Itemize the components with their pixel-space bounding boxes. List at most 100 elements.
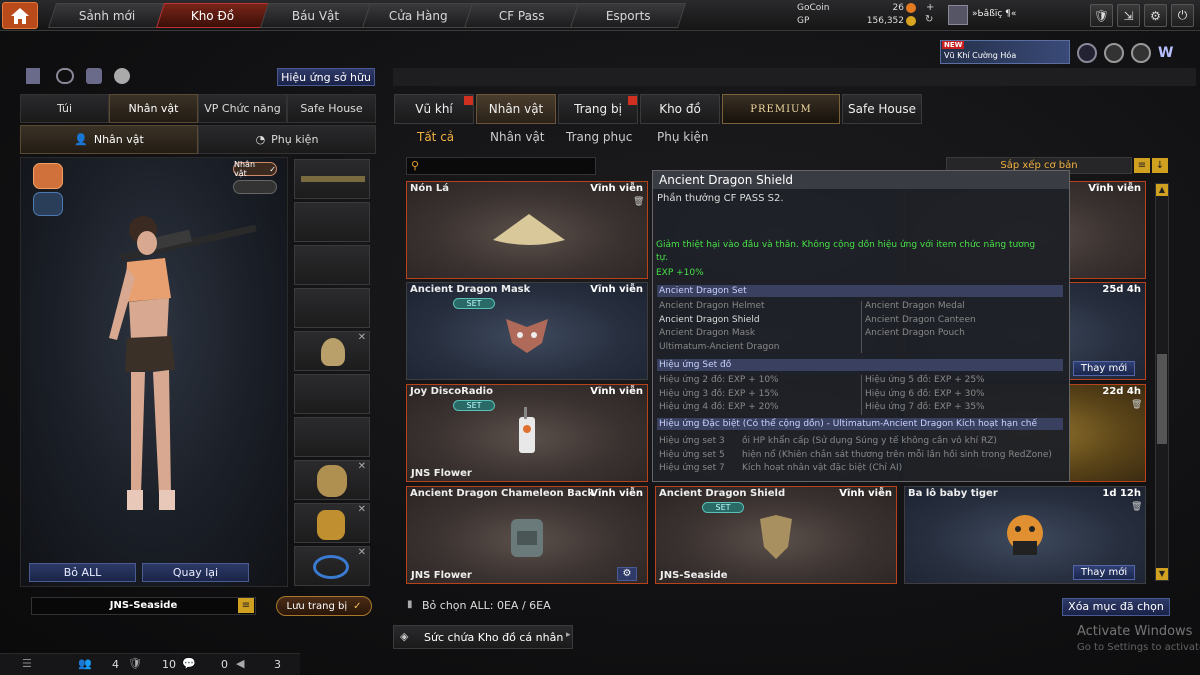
equip-slot-head[interactable] <box>294 202 370 242</box>
capacity-button[interactable]: ◈ Sức chứa Kho đồ cá nhân ▸ <box>393 625 573 649</box>
sort-menu-icon[interactable]: ≡ <box>1134 158 1150 173</box>
unequip-icon[interactable]: ✕ <box>358 547 366 558</box>
friends-icon[interactable]: 👥 <box>78 657 92 670</box>
tooltip-effects-header: Hiệu ứng Set đồ <box>657 359 1063 371</box>
nav-tab-treasure[interactable]: Báu Vật <box>259 3 373 28</box>
left-tab-bag[interactable]: Túi <box>20 94 109 123</box>
remove-all-button[interactable]: Bỏ ALL <box>29 563 136 582</box>
set-badge: SET <box>453 298 495 309</box>
trash-icon[interactable]: 🗑 <box>1131 502 1142 512</box>
event-star-icon[interactable] <box>1131 43 1151 63</box>
character-slot-1-icon[interactable] <box>33 163 63 189</box>
trash-icon[interactable]: 🗑 <box>1131 400 1142 410</box>
unequip-icon[interactable]: ✕ <box>358 332 366 343</box>
settings-gear-icon[interactable]: ⚙ <box>1144 4 1167 27</box>
equip-slot-glasses[interactable] <box>294 245 370 285</box>
equip-slot-mask[interactable]: ✕ <box>294 331 370 371</box>
right-tab-character[interactable]: Nhân vật <box>476 94 556 124</box>
gift-icon <box>628 96 637 105</box>
item-card-6[interactable]: Joy DiscoRadio Vĩnh viễn SET JNS Flower <box>406 384 648 482</box>
back-button[interactable]: Quay lại <box>142 563 249 582</box>
tooltip-special-header: Hiệu ứng Đặc biệt (Có thể cộng dồn) - Ul… <box>657 418 1063 430</box>
nav-tab-lobby[interactable]: Sảnh mới <box>47 3 167 28</box>
view-icon[interactable] <box>56 68 74 84</box>
renew-button[interactable]: Thay mới <box>1073 565 1135 580</box>
right-tab-weapons[interactable]: Vũ khí <box>394 94 474 124</box>
add-gocoin-icon[interactable]: + <box>926 2 934 13</box>
right-tab-equipment[interactable]: Trang bị <box>558 94 638 124</box>
mail-icon[interactable]: ◀ <box>236 657 244 670</box>
nav-tab-cfpass[interactable]: CF Pass <box>463 3 581 28</box>
special-key: Hiệu ứng set 3 <box>659 436 725 446</box>
power-icon[interactable]: ⏻ <box>1171 4 1194 27</box>
nav-tab-esports[interactable]: Esports <box>569 3 687 28</box>
left-tab-character[interactable]: Nhân vật <box>109 94 198 123</box>
save-equipment-button[interactable]: Lưu trang bị ✓ <box>276 596 372 616</box>
equip-slot-accessory-2[interactable]: ✕ <box>294 503 370 543</box>
renew-button[interactable]: Thay mới <box>1073 361 1135 376</box>
unequip-icon[interactable]: ✕ <box>358 461 366 472</box>
list-icon[interactable]: ☰ <box>22 657 32 670</box>
right-tab-storage[interactable]: Kho đồ <box>640 94 720 124</box>
search-input[interactable] <box>427 159 592 173</box>
equip-slot-accessory-1[interactable]: ✕ <box>294 460 370 500</box>
item-card-9[interactable]: Ancient Dragon Chameleon Backpack Vĩnh v… <box>406 486 648 584</box>
right-tab-safe-house[interactable]: Safe House <box>842 94 922 124</box>
event-medal-icon[interactable] <box>1077 43 1097 63</box>
exit-room-icon[interactable]: ⇲ <box>1117 4 1140 27</box>
loot-bag-icon[interactable] <box>114 68 130 84</box>
item-card-0[interactable]: Nón Lá Vĩnh viễn 🗑 <box>406 181 648 279</box>
subtab-outfit[interactable]: Trang phục <box>566 130 632 144</box>
shield-icon[interactable]: 🛡 <box>1090 4 1113 27</box>
equip-slot-body[interactable] <box>294 374 370 414</box>
owned-effects-button[interactable]: Hiệu ứng sở hữu <box>277 68 375 86</box>
nav-tab-inventory[interactable]: Kho Đồ <box>155 3 271 28</box>
equip-slot-weapon[interactable] <box>294 159 370 199</box>
character-icon[interactable] <box>86 68 102 84</box>
home-button[interactable] <box>2 2 38 29</box>
chat-icon[interactable]: 💬 <box>182 657 196 670</box>
subtab-all[interactable]: Tất cả <box>417 130 454 144</box>
search-box[interactable]: ⚲ <box>406 157 596 175</box>
dragon-mask-icon <box>321 338 345 366</box>
left-tab-function-items[interactable]: VP Chức năng <box>198 94 287 123</box>
subtab-character[interactable]: Nhân vật <box>490 130 545 144</box>
settings-gear-icon[interactable]: ⚙ <box>617 567 637 581</box>
player-name[interactable]: »Ƅâßïç ¶« <box>972 9 1016 19</box>
delete-selected-button[interactable]: Xóa mục đã chọn <box>1062 598 1170 616</box>
subtab-accessories[interactable]: Phụ kiện <box>657 130 709 144</box>
clan-shield-icon[interactable]: 🛡 <box>128 657 142 670</box>
alt-badge-toggle[interactable] <box>233 180 277 194</box>
item-card-11[interactable]: Ba lô baby tiger 1d 12h 🗑 Thay mới <box>904 486 1146 584</box>
nav-tab-shop[interactable]: Cửa Hàng <box>361 3 475 28</box>
deselect-all-label[interactable]: Bỏ chọn ALL: 0EA / 6EA <box>422 599 551 612</box>
tooltip-title: Ancient Dragon Shield <box>653 171 1069 189</box>
equip-slot-vest[interactable] <box>294 288 370 328</box>
promo-banner[interactable]: NEW Vũ Khí Cường Hóa <box>940 40 1070 64</box>
scroll-thumb[interactable] <box>1157 354 1167 444</box>
top-nav-bar: Sảnh mới Kho Đồ Báu Vật Cửa Hàng CF Pass… <box>0 0 1200 31</box>
grid-scrollbar[interactable]: ▲ ▼ <box>1155 183 1169 581</box>
character-slot-2-icon[interactable] <box>33 192 63 216</box>
event-w-icon[interactable]: W <box>1158 45 1180 61</box>
sort-direction-icon[interactable]: ↓ <box>1152 158 1168 173</box>
character-name-field[interactable]: JNS-Seaside <box>31 597 256 615</box>
right-tab-premium[interactable]: PREMIUM <box>722 94 840 124</box>
scroll-down-icon[interactable]: ▼ <box>1156 568 1168 580</box>
list-menu-icon[interactable]: ≡ <box>238 598 254 613</box>
event-ring-icon[interactable] <box>1104 43 1124 63</box>
unequip-icon[interactable]: ✕ <box>358 504 366 515</box>
dragon-shield-icon <box>760 515 792 559</box>
equip-slot-accessory-3[interactable]: ✕ <box>294 546 370 586</box>
leaderboard-icon[interactable] <box>26 68 40 84</box>
subtab-accessories[interactable]: ◔ Phụ kiện <box>198 125 376 154</box>
equip-slot-legs[interactable] <box>294 417 370 457</box>
item-card-3[interactable]: Ancient Dragon Mask Vĩnh viễn SET <box>406 282 648 380</box>
item-card-10[interactable]: Ancient Dragon Shield Vĩnh viễn SET JNS-… <box>655 486 897 584</box>
subtab-character[interactable]: 👤 Nhân vật <box>20 125 198 154</box>
left-tab-safe-house[interactable]: Safe House <box>287 94 376 123</box>
character-badge[interactable]: Nhân vật ✓ <box>233 160 277 178</box>
scroll-up-icon[interactable]: ▲ <box>1156 184 1168 196</box>
refresh-icon[interactable]: ↻ <box>925 14 933 25</box>
trash-icon[interactable]: 🗑 <box>633 197 644 207</box>
